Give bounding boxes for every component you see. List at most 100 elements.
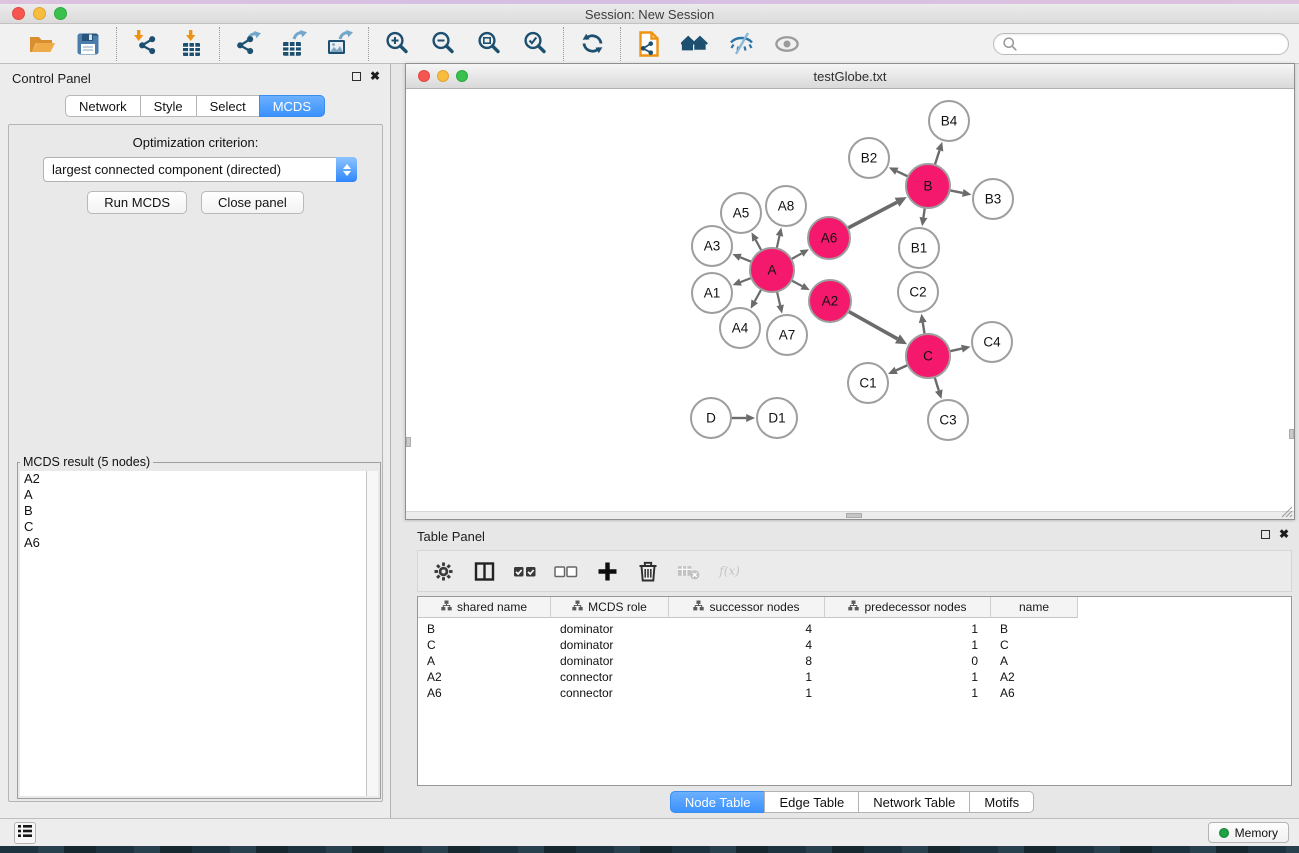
zoom-out-icon[interactable]: [429, 30, 457, 58]
graph-node-B3[interactable]: B3: [973, 179, 1013, 219]
export-network-icon[interactable]: [234, 30, 262, 58]
open-session-icon[interactable]: [28, 30, 56, 58]
graph-node-B4[interactable]: B4: [929, 101, 969, 141]
delete-column-icon[interactable]: [636, 559, 660, 583]
network-canvas[interactable]: B4B2BB3A8A5A6A3B1AC2A1A2A4A7C4CC1DD1C3: [406, 89, 1294, 512]
graph-edge-B-B1[interactable]: [919, 208, 927, 226]
column-header-shared-name[interactable]: shared name: [418, 597, 551, 618]
refresh-icon[interactable]: [578, 30, 606, 58]
run-mcds-button[interactable]: Run MCDS: [87, 191, 187, 214]
zoom-in-icon[interactable]: [383, 30, 411, 58]
graph-edge-A-A8[interactable]: [776, 227, 783, 248]
table-cell[interactable]: B: [991, 621, 1078, 637]
table-cell[interactable]: dominator: [551, 637, 669, 653]
graph-node-C4[interactable]: C4: [972, 322, 1012, 362]
graph-edge-A-A4[interactable]: [751, 289, 762, 308]
graph-edge-B-B2[interactable]: [889, 167, 908, 176]
table-cell[interactable]: A: [991, 653, 1078, 669]
graph-edge-A-A7[interactable]: [776, 291, 783, 313]
network-hscrollbar[interactable]: [406, 511, 1294, 519]
tab-motifs[interactable]: Motifs: [969, 791, 1034, 813]
table-cell[interactable]: 1: [825, 685, 991, 701]
select-all-icon[interactable]: [513, 559, 537, 583]
left-scrollbar-thumb[interactable]: [406, 437, 411, 447]
graph-node-A7[interactable]: A7: [767, 315, 807, 355]
graph-node-B2[interactable]: B2: [849, 138, 889, 178]
table-row[interactable]: A6connector11A6: [418, 685, 1291, 701]
table-cell[interactable]: C: [991, 637, 1078, 653]
graph-node-B1[interactable]: B1: [899, 228, 939, 268]
import-table-icon[interactable]: [177, 30, 205, 58]
tab-network-table[interactable]: Network Table: [858, 791, 970, 813]
float-table-panel-icon[interactable]: [1261, 530, 1270, 539]
close-panel-button[interactable]: Close panel: [201, 191, 304, 214]
table-cell[interactable]: 1: [825, 637, 991, 653]
zoom-fit-icon[interactable]: [475, 30, 503, 58]
optimization-dropdown[interactable]: largest connected component (directed): [43, 157, 357, 182]
graph-edge-A-A2[interactable]: [791, 280, 809, 290]
table-cell[interactable]: dominator: [551, 653, 669, 669]
hide-panels-icon[interactable]: [727, 30, 755, 58]
new-network-icon[interactable]: [635, 30, 663, 58]
close-panel-icon[interactable]: ✖: [370, 71, 380, 81]
table-row[interactable]: Adominator80A: [418, 653, 1291, 669]
node-table[interactable]: shared nameMCDS rolesuccessor nodesprede…: [417, 596, 1292, 786]
graph-edge-A2-C[interactable]: [848, 311, 907, 344]
import-network-icon[interactable]: [131, 30, 159, 58]
network-graph[interactable]: B4B2BB3A8A5A6A3B1AC2A1A2A4A7C4CC1DD1C3: [406, 89, 1294, 512]
column-header-name[interactable]: name: [991, 597, 1078, 618]
task-history-button[interactable]: [14, 822, 36, 844]
zoom-selected-icon[interactable]: [521, 30, 549, 58]
table-cell[interactable]: A2: [418, 669, 551, 685]
graph-node-D1[interactable]: D1: [757, 398, 797, 438]
graph-node-A3[interactable]: A3: [692, 226, 732, 266]
graph-node-A2[interactable]: A2: [809, 280, 851, 322]
mcds-result-item[interactable]: A6: [20, 535, 366, 551]
graph-node-A8[interactable]: A8: [766, 186, 806, 226]
graph-node-C1[interactable]: C1: [848, 363, 888, 403]
mcds-result-item[interactable]: A2: [20, 471, 366, 487]
eye-icon[interactable]: [773, 30, 801, 58]
graph-edge-A-A5[interactable]: [752, 232, 762, 250]
add-column-icon[interactable]: [595, 559, 619, 583]
table-cell[interactable]: 4: [669, 621, 825, 637]
graph-edge-B-B3[interactable]: [950, 189, 972, 197]
table-cell[interactable]: 1: [669, 685, 825, 701]
export-table-icon[interactable]: [280, 30, 308, 58]
graph-edge-C-C2[interactable]: [919, 314, 927, 335]
graph-edge-C-C1[interactable]: [888, 365, 908, 374]
right-scrollbar-thumb[interactable]: [1289, 429, 1294, 439]
graph-edge-A-A3[interactable]: [732, 254, 751, 262]
graph-edge-D-D1[interactable]: [731, 414, 755, 422]
table-cell[interactable]: 4: [669, 637, 825, 653]
memory-button[interactable]: Memory: [1208, 822, 1289, 843]
graph-node-D[interactable]: D: [691, 398, 731, 438]
table-cell[interactable]: A6: [418, 685, 551, 701]
graph-edge-A-A1[interactable]: [733, 278, 752, 286]
table-cell[interactable]: 1: [825, 621, 991, 637]
resize-grip-icon[interactable]: [1280, 505, 1293, 518]
table-cell[interactable]: connector: [551, 685, 669, 701]
column-header-MCDS-role[interactable]: MCDS role: [551, 597, 669, 618]
tab-style[interactable]: Style: [140, 95, 197, 117]
graph-edge-A-A6[interactable]: [791, 249, 809, 259]
close-table-panel-icon[interactable]: ✖: [1279, 529, 1289, 539]
table-row[interactable]: Cdominator41C: [418, 637, 1291, 653]
result-scrollbar[interactable]: [366, 471, 378, 796]
export-image-icon[interactable]: [326, 30, 354, 58]
graph-node-C2[interactable]: C2: [898, 272, 938, 312]
graph-node-A6[interactable]: A6: [808, 217, 850, 259]
show-columns-icon[interactable]: [472, 559, 496, 583]
table-cell[interactable]: 1: [825, 669, 991, 685]
table-cell[interactable]: A: [418, 653, 551, 669]
graph-edge-A6-B[interactable]: [848, 197, 907, 228]
graph-edge-B-B4[interactable]: [935, 142, 944, 165]
mcds-result-item[interactable]: A: [20, 487, 366, 503]
table-cell[interactable]: C: [418, 637, 551, 653]
tab-node-table[interactable]: Node Table: [670, 791, 766, 813]
graph-node-A5[interactable]: A5: [721, 193, 761, 233]
tab-mcds[interactable]: MCDS: [259, 95, 325, 117]
home-icon[interactable]: [681, 30, 709, 58]
tab-select[interactable]: Select: [196, 95, 260, 117]
graph-node-A4[interactable]: A4: [720, 308, 760, 348]
